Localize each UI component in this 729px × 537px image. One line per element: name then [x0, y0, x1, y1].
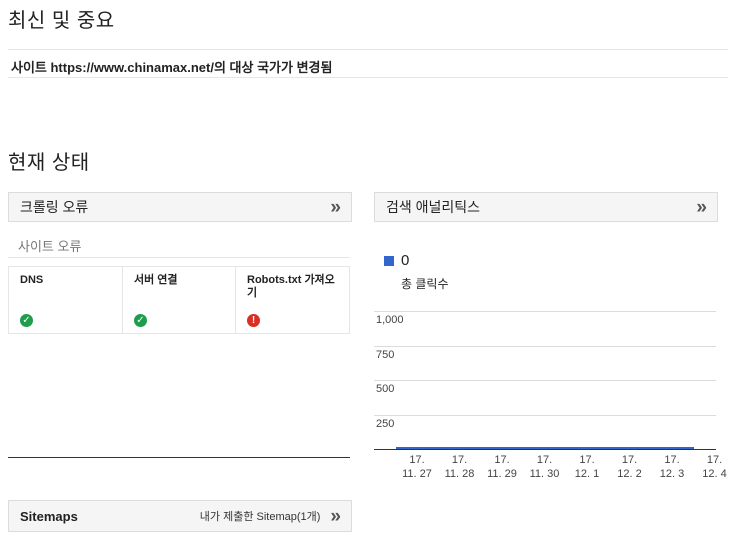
- crawl-errors-title: 크롤링 오류: [20, 199, 89, 215]
- legend-value: 0: [401, 252, 410, 269]
- crawl-errors-header[interactable]: 크롤링 오류 »: [8, 192, 352, 222]
- sitemaps-title: Sitemaps: [20, 508, 78, 524]
- divider: [8, 457, 350, 458]
- sitemaps-header[interactable]: Sitemaps 내가 제출한 Sitemap(1개) »: [8, 500, 352, 532]
- check-circle-icon: ✓: [134, 314, 147, 327]
- status-cell-server[interactable]: 서버 연결 ✓: [123, 267, 236, 333]
- x-tick-label: 17. 12. 3: [659, 454, 685, 480]
- chevron-right-icon[interactable]: »: [330, 198, 341, 217]
- series-plot: [396, 447, 694, 449]
- legend-label: 총 클릭수: [401, 277, 449, 291]
- chevron-right-icon[interactable]: »: [330, 507, 341, 526]
- legend-swatch: [384, 256, 394, 266]
- error-circle-icon: !: [247, 314, 260, 327]
- status-cell-dns[interactable]: DNS ✓: [9, 267, 123, 333]
- sitemaps-summary: 내가 제출한 Sitemap(1개): [199, 511, 321, 523]
- status-cell-label: Robots.txt 가져오기: [247, 274, 335, 299]
- status-title: 현재 상태: [8, 152, 90, 174]
- x-tick-label: 17. 11. 28: [444, 454, 475, 480]
- search-analytics-header[interactable]: 검색 애널리틱스 »: [374, 192, 718, 222]
- clicks-chart[interactable]: 1,000 750 500 250 17. 11. 27 17. 11. 28 17. 11…: [374, 306, 727, 486]
- status-cell-label: 서버 연결: [134, 274, 178, 286]
- x-tick-label: 17. 11. 29: [487, 454, 517, 480]
- site-errors-table: DNS ✓ 서버 연결 ✓ Robots.txt 가져오기 !: [8, 266, 350, 334]
- notice-message[interactable]: 사이트 https://www.chinamax.net/의 대상 국가가 변경…: [8, 49, 728, 78]
- check-circle-icon: ✓: [20, 314, 33, 327]
- x-tick-label: 17. 12. 2: [617, 454, 642, 480]
- search-analytics-title: 검색 애널리틱스: [386, 199, 481, 215]
- site-errors-label: 사이트 오류: [18, 239, 82, 254]
- x-tick-label: 17. 12. 1: [574, 454, 600, 480]
- x-tick-label: 17. 11. 27: [402, 454, 432, 480]
- recent-title: 최신 및 중요: [8, 10, 115, 32]
- status-cell-robots[interactable]: Robots.txt 가져오기 !: [236, 267, 349, 333]
- status-cell-label: DNS: [20, 274, 44, 286]
- x-tick-label: 17. 11. 30: [529, 454, 560, 480]
- x-tick-label: 17. 12. 4: [702, 454, 727, 480]
- chevron-right-icon[interactable]: »: [696, 198, 707, 217]
- divider: [8, 257, 350, 258]
